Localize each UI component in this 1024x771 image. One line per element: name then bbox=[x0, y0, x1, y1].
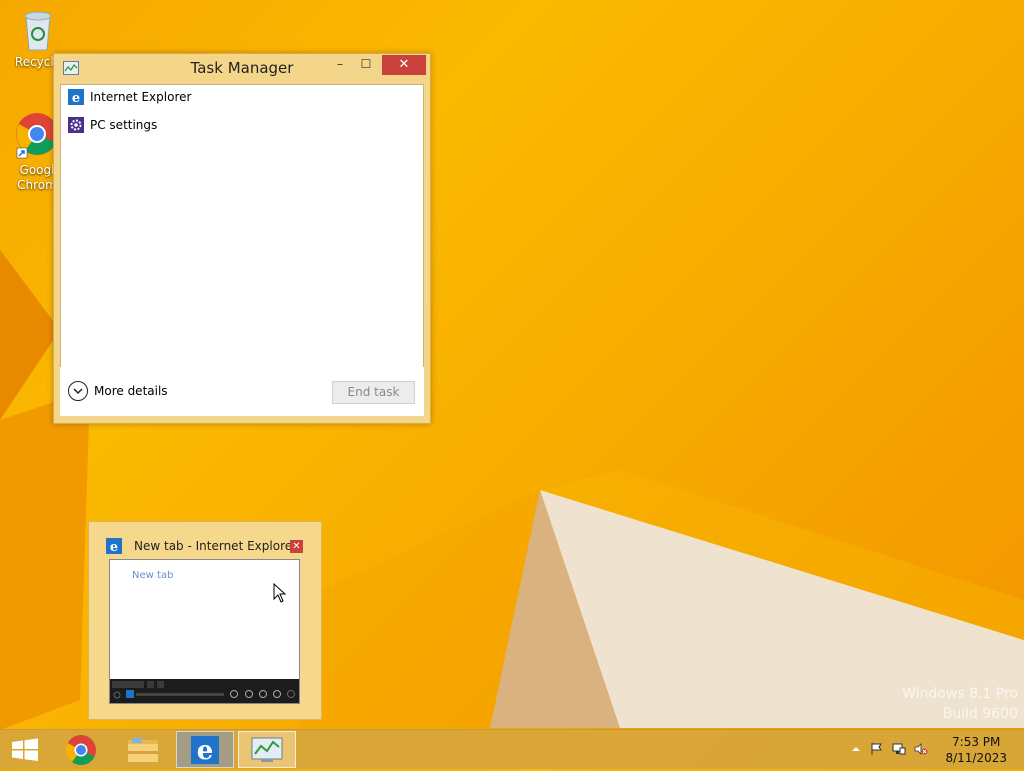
windows-watermark: Windows 8.1 Pro Build 9600 bbox=[902, 684, 1018, 724]
network-icon[interactable] bbox=[892, 742, 906, 756]
ie-icon: e bbox=[191, 736, 219, 766]
show-hidden-icons-chevron-icon[interactable] bbox=[849, 742, 863, 756]
svg-text:e: e bbox=[110, 540, 118, 554]
windows-start-icon bbox=[12, 738, 38, 761]
volume-muted-icon[interactable] bbox=[914, 742, 928, 756]
maximize-button[interactable]: ☐ bbox=[353, 54, 379, 74]
gear-icon bbox=[68, 117, 84, 133]
ie-icon: e bbox=[68, 89, 84, 105]
footer: More details End task bbox=[60, 367, 424, 416]
process-row-internet-explorer[interactable]: e Internet Explorer bbox=[61, 85, 423, 109]
chrome-icon bbox=[65, 735, 96, 765]
taskbar-file-explorer[interactable] bbox=[114, 731, 172, 768]
thumbnail-close-button[interactable]: ✕ bbox=[290, 540, 303, 553]
process-row-pc-settings[interactable]: PC settings bbox=[61, 113, 423, 137]
minimize-button[interactable]: – bbox=[327, 54, 353, 74]
end-task-button[interactable]: End task bbox=[332, 381, 415, 404]
chevron-down-icon bbox=[68, 381, 88, 401]
svg-text:e: e bbox=[72, 91, 80, 105]
close-button[interactable]: ✕ bbox=[382, 55, 426, 75]
thumbnail-new-tab-text: New tab bbox=[132, 570, 174, 581]
taskbar-task-manager[interactable] bbox=[238, 731, 296, 768]
watermark-build: Build 9600 bbox=[942, 706, 1018, 722]
process-name: PC settings bbox=[90, 118, 158, 132]
ie-icon: e bbox=[106, 538, 122, 554]
thumbnail-screen: New tab bbox=[109, 559, 300, 704]
taskbar-chrome[interactable] bbox=[52, 731, 110, 768]
action-center-flag-icon[interactable] bbox=[870, 742, 884, 756]
process-list: e Internet Explorer PC settings bbox=[60, 84, 424, 368]
thumbnail-title: New tab - Internet Explorer bbox=[134, 539, 298, 553]
start-button[interactable] bbox=[0, 731, 58, 768]
thumbnail-ie-bar bbox=[110, 679, 299, 703]
task-manager-window: Task Manager – ☐ ✕ e Internet Explorer P… bbox=[53, 53, 431, 424]
mouse-cursor-icon bbox=[273, 583, 287, 603]
svg-text:e: e bbox=[197, 736, 214, 766]
more-details-label: More details bbox=[94, 384, 168, 398]
watermark-edition: Windows 8.1 Pro bbox=[902, 686, 1018, 702]
process-name: Internet Explorer bbox=[90, 90, 192, 104]
system-tray: 7:53 PM 8/11/2023 bbox=[844, 730, 1024, 769]
taskbar-thumbnail-preview[interactable]: e New tab - Internet Explorer ✕ New tab bbox=[88, 521, 322, 720]
clock[interactable]: 7:53 PM 8/11/2023 bbox=[945, 734, 1007, 766]
title-bar[interactable]: Task Manager – ☐ ✕ bbox=[54, 54, 430, 84]
clock-time: 7:53 PM bbox=[952, 735, 1001, 749]
taskbar: e 7:53 PM 8/11/2023 bbox=[0, 729, 1024, 769]
folder-icon bbox=[128, 738, 158, 762]
clock-date: 8/11/2023 bbox=[945, 751, 1007, 765]
task-manager-icon bbox=[251, 737, 283, 762]
recycle-bin-icon bbox=[24, 11, 52, 51]
taskbar-internet-explorer[interactable]: e bbox=[176, 731, 234, 768]
